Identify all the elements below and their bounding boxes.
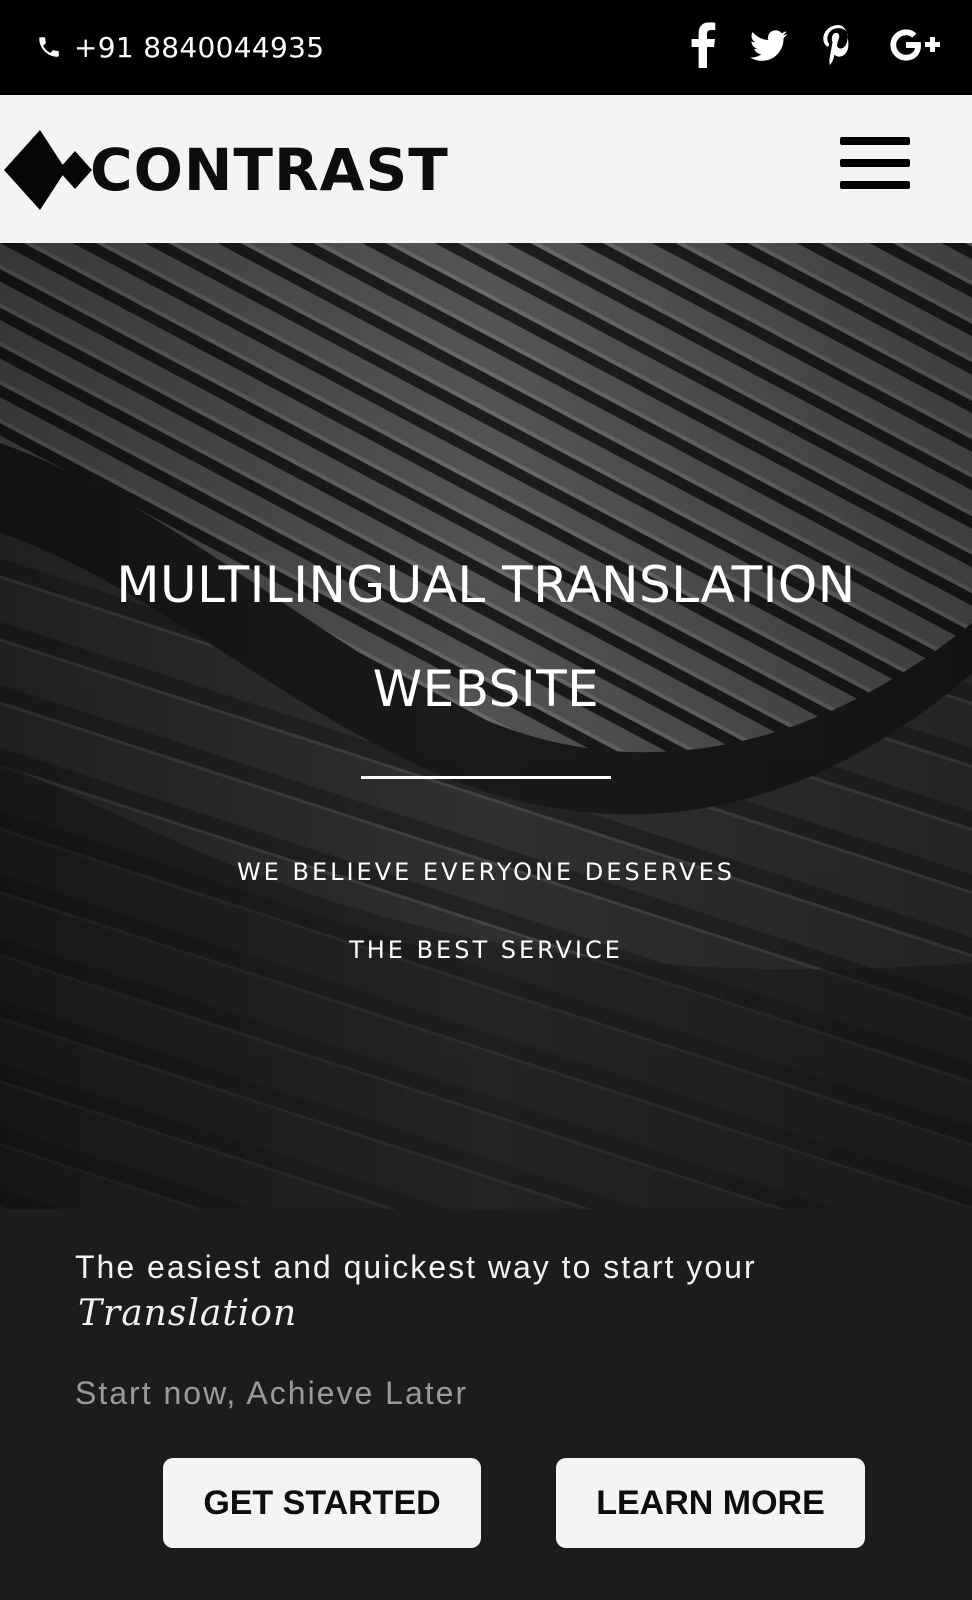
menu-bar (840, 137, 910, 145)
hero-title-line: MULTILINGUAL TRANSLATION (116, 556, 856, 614)
hero-section: MULTILINGUAL TRANSLATION WEBSITE WE BELI… (0, 243, 972, 1209)
cta-tagline: Start now, Achieve Later (75, 1375, 469, 1411)
pinterest-icon[interactable] (822, 22, 854, 68)
hero-divider (361, 776, 611, 779)
phone-icon (39, 37, 59, 57)
cta-heading: The easiest and quickest way to start yo… (75, 1249, 757, 1285)
twitter-icon[interactable] (750, 22, 788, 68)
logo-text: CONTRAST (90, 136, 449, 204)
cta-section: The easiest and quickest way to start yo… (0, 1209, 972, 1600)
cta-script-word: Translation (78, 1293, 298, 1334)
phone-contact[interactable]: +91 8840044935 (36, 28, 324, 66)
learn-more-button[interactable]: LEARN MORE (556, 1458, 865, 1548)
get-started-button[interactable]: GET STARTED (163, 1458, 481, 1548)
google-plus-icon[interactable] (888, 22, 944, 68)
menu-bar (840, 181, 910, 189)
menu-bar (840, 159, 910, 167)
hero-subtitle-line: WE BELIEVE EVERYONE DESERVES (236, 858, 736, 886)
hero-subtitle: WE BELIEVE EVERYONE DESERVES THE BEST SE… (0, 833, 972, 989)
site-logo[interactable]: CONTRAST (4, 125, 449, 215)
hero-title: MULTILINGUAL TRANSLATION WEBSITE (0, 533, 972, 741)
facebook-icon[interactable] (690, 22, 716, 68)
hero-title-line: WEBSITE (372, 660, 600, 718)
phone-number: +91 8840044935 (74, 30, 325, 64)
diamond-logo-icon (4, 130, 92, 210)
hamburger-menu-icon[interactable] (840, 137, 910, 189)
hero-subtitle-line: THE BEST SERVICE (349, 936, 623, 964)
top-bar: +91 8840044935 (0, 0, 972, 95)
social-links (690, 20, 944, 70)
site-header: CONTRAST (0, 95, 972, 243)
